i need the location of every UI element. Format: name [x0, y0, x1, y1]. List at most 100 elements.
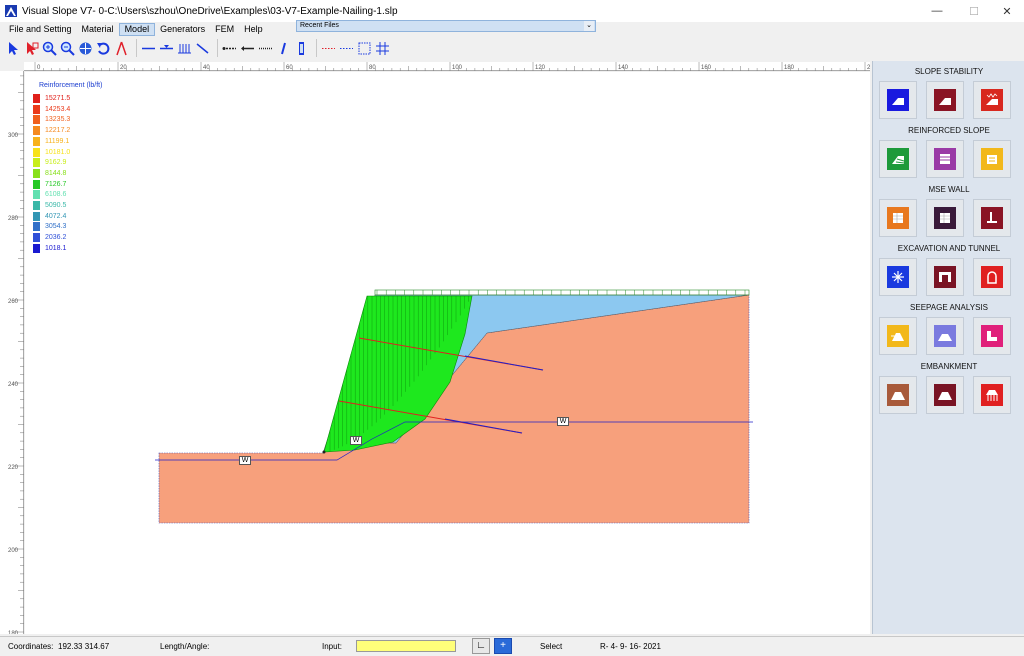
seepage-levee-button[interactable] [926, 317, 964, 355]
ruler-label: 40 [203, 65, 210, 71]
mse-wall-block-button[interactable] [879, 199, 917, 237]
dotted-line-blue-icon [340, 47, 353, 49]
legend-value: 6108.6 [45, 191, 67, 199]
snowflake-icon [887, 266, 909, 288]
undo-button[interactable] [96, 39, 111, 57]
slope-stability-advanced-button[interactable] [926, 81, 964, 119]
legend-value: 15271.5 [45, 95, 71, 102]
nail-icon [222, 46, 236, 50]
distributed-load-icon [178, 43, 191, 53]
legend-swatch [33, 94, 40, 103]
legend-swatch [33, 126, 40, 136]
slope-stability-general-button[interactable] [879, 81, 917, 119]
select-arrow-button[interactable] [6, 39, 21, 57]
arrow-pointer-red-icon [27, 41, 39, 55]
chevron-down-icon: ⌄ [584, 21, 594, 31]
zoom-out-button[interactable] [60, 39, 75, 57]
water-table-icon [160, 44, 173, 49]
water-table-button[interactable] [159, 39, 174, 57]
mse-wall-panel-button[interactable] [926, 199, 964, 237]
legend-value: 10181.0 [45, 148, 71, 156]
angle-button[interactable]: ∟ [472, 638, 490, 654]
embankment-general-button[interactable] [879, 376, 917, 414]
ruler-label: 80 [369, 65, 376, 71]
embankment-piled-button[interactable] [973, 376, 1011, 414]
legend-item: 2036.2 [33, 233, 66, 243]
wall-icon [887, 207, 909, 229]
legend-value: 12217.2 [45, 127, 71, 135]
app-icon [5, 5, 17, 17]
recent-files-dropdown[interactable]: Recent Files ⌄ [296, 20, 596, 32]
seismic-slope-icon [981, 89, 1003, 111]
legend-swatch [33, 222, 40, 232]
embankment-soft-button[interactable] [926, 376, 964, 414]
tunnel-button[interactable] [973, 258, 1011, 296]
reinforced-slope-geogrid-button[interactable] [926, 140, 964, 178]
analysis-type-panel: SLOPE STABILITY REINFORCED SLOPE MSE WALL E… [872, 61, 1024, 634]
draw-line-button[interactable] [141, 39, 156, 57]
ruler-label: 20 [120, 65, 127, 71]
select-red-arrow-button[interactable] [24, 39, 39, 57]
menu-help[interactable]: Help [239, 23, 268, 36]
wall-button[interactable] [294, 39, 309, 57]
water-label-left: W [239, 456, 251, 465]
dotted-line-blue-button[interactable] [339, 39, 354, 57]
toolbar [0, 36, 1024, 60]
zoom-fit-button[interactable] [78, 39, 93, 57]
menu-generators[interactable]: Generators [155, 23, 210, 36]
maximize-button[interactable]: ☐ [957, 0, 991, 22]
anchor-button[interactable] [240, 39, 255, 57]
window-title: Visual Slope V7- 0-C:\Users\szhou\OneDri… [22, 5, 398, 17]
compass-icon [116, 41, 127, 55]
arrow-pointer-icon [9, 41, 18, 55]
ruler-label: 0 [37, 65, 41, 71]
command-input[interactable] [356, 640, 456, 652]
menu-fem[interactable]: FEM [210, 23, 239, 36]
zoom-out-icon [60, 41, 75, 56]
menu-file-and-setting[interactable]: File and Setting [4, 23, 77, 36]
ruler-label: 60 [286, 65, 293, 71]
diagonal-line-button[interactable] [195, 39, 210, 57]
menu-material[interactable]: Material [77, 23, 119, 36]
legend-swatch [33, 136, 40, 146]
excavation-pit-button[interactable] [926, 258, 964, 296]
nail-button[interactable] [222, 39, 237, 57]
reinforced-slope-anchor-button[interactable] [973, 140, 1011, 178]
legend-swatch [33, 158, 40, 168]
coordinates-value: 192.33 314.67 [58, 642, 110, 651]
ruler-horizontal-ticks: 0 20 40 60 80 100 120 140 160 180 20 [34, 62, 870, 71]
model-canvas[interactable]: W W W Reinforcement (lb/ft) 15271.5 14253… [25, 72, 870, 634]
anchor-icon [981, 148, 1003, 170]
coordinates-label: Coordinates: [8, 642, 54, 651]
menu-model[interactable]: Model [118, 22, 156, 36]
line-icon [142, 47, 155, 49]
reinforced-slope-nail-button[interactable] [879, 140, 917, 178]
pile-button[interactable] [276, 39, 291, 57]
piled-embankment-icon [981, 384, 1003, 406]
load-button[interactable] [177, 39, 192, 57]
legend-swatch [33, 233, 40, 243]
measure-button[interactable] [114, 39, 129, 57]
seepage-dam-button[interactable] [879, 317, 917, 355]
close-button[interactable]: ✕ [990, 0, 1024, 22]
surcharge-load-ticks [376, 290, 746, 295]
ruler-label: 160 [701, 65, 712, 71]
legend-value: 7126.7 [45, 180, 67, 188]
dotted-line-red-button[interactable] [321, 39, 336, 57]
selection-box-button[interactable] [357, 39, 372, 57]
seepage-wall-button[interactable] [973, 317, 1011, 355]
section-title: SEEPAGE ANALYSIS [910, 303, 988, 312]
section-title: REINFORCED SLOPE [908, 126, 990, 135]
zoom-in-button[interactable] [42, 39, 57, 57]
mse-wall-cantilever-button[interactable] [973, 199, 1011, 237]
geogrid-button[interactable] [258, 39, 273, 57]
grid-button[interactable] [375, 39, 390, 57]
legend-item: 4072.4 [33, 211, 66, 221]
slope-stability-seismic-button[interactable] [973, 81, 1011, 119]
ruler-label: 120 [535, 65, 546, 71]
excavation-frozen-button[interactable] [879, 258, 917, 296]
ruler-label: 220 [8, 465, 19, 471]
minimize-button[interactable]: — [920, 0, 954, 22]
snap-button[interactable]: + [494, 638, 512, 654]
length-angle-label: Length/Angle: [160, 642, 210, 651]
